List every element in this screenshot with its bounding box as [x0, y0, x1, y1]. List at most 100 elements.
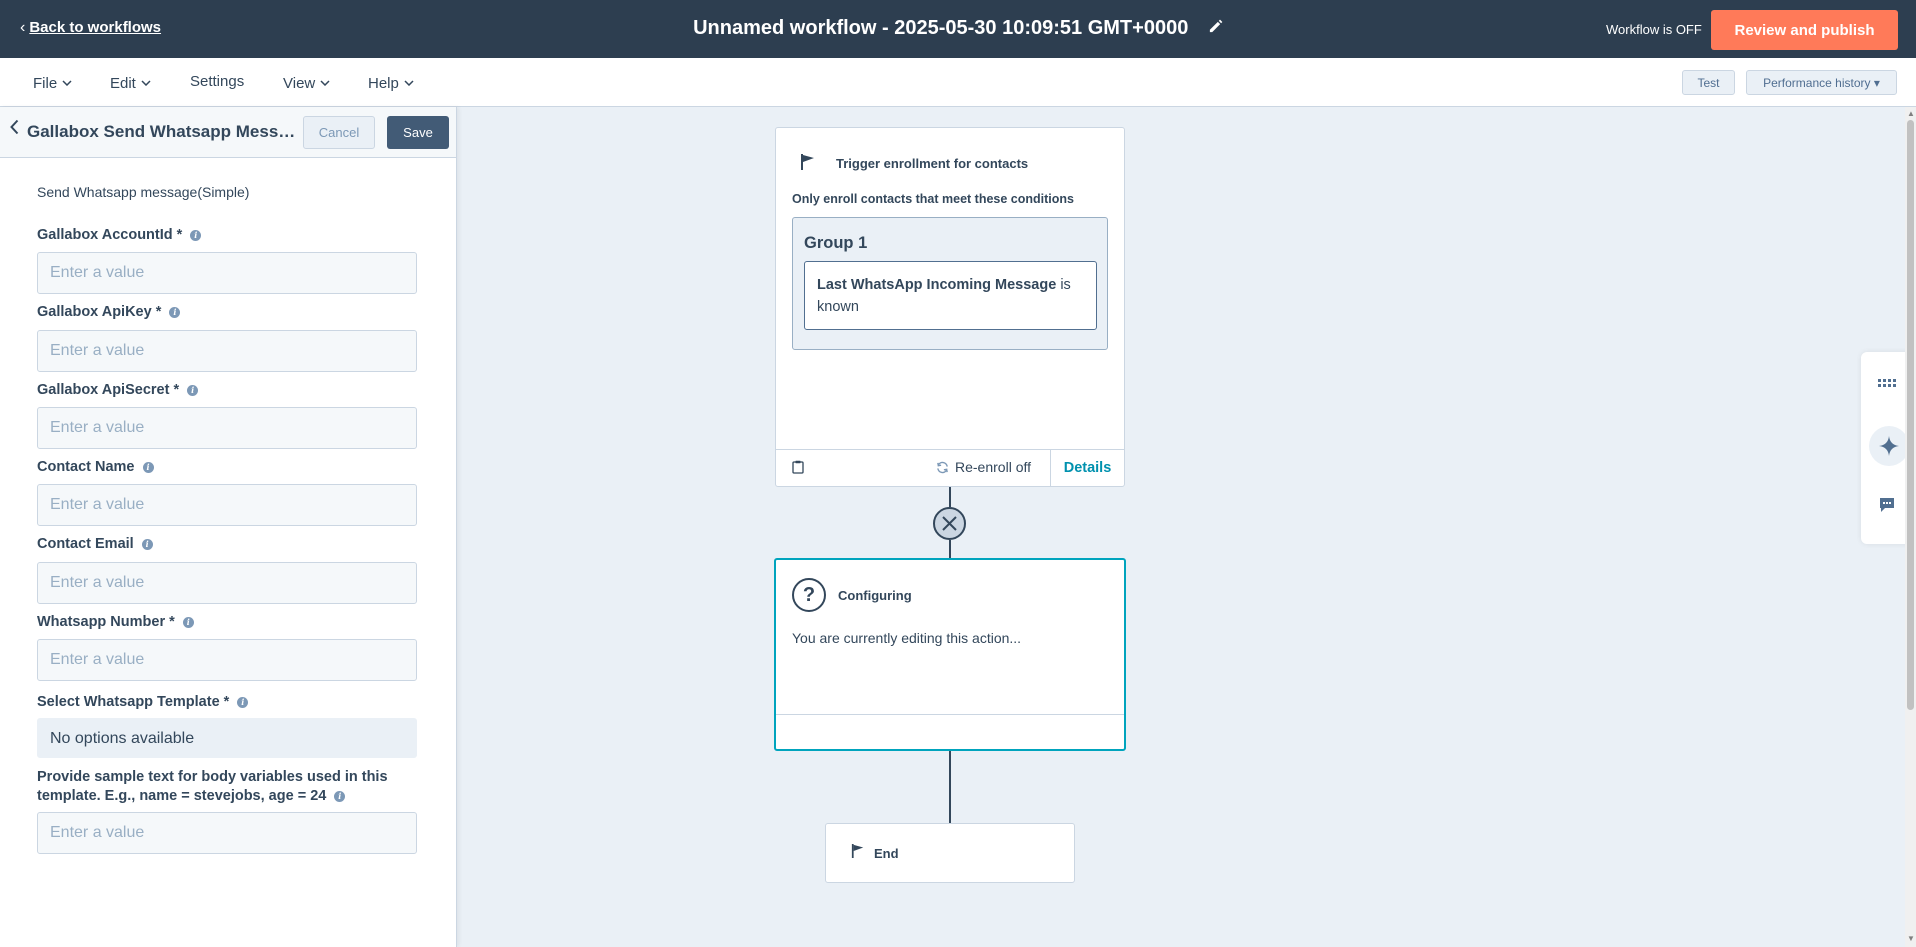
- field-label-apisecret: Gallabox ApiSecret * i: [37, 382, 199, 398]
- details-button[interactable]: Details: [1050, 450, 1124, 487]
- field-label-text: Gallabox ApiSecret *: [37, 382, 180, 398]
- question-icon: ?: [792, 578, 826, 612]
- caret-down-icon: [141, 73, 151, 90]
- trigger-condition: Only enroll contacts that meet these con…: [792, 192, 1074, 206]
- whatsapp-template-select[interactable]: No options available: [37, 718, 417, 758]
- scroll-thumb[interactable]: [1907, 120, 1914, 710]
- top-header: ‹ Back to workflows Unnamed workflow - 20…: [0, 0, 1916, 58]
- field-label-text: Whatsapp Number *: [37, 614, 175, 630]
- filter-group: Group 1 Last WhatsApp Incoming Message i…: [792, 217, 1108, 350]
- panel-header: Gallabox Send Whatsapp Messa... Cancel S…: [0, 107, 456, 158]
- info-icon[interactable]: i: [141, 539, 153, 550]
- caret-down-icon: [404, 73, 414, 90]
- pencil-icon[interactable]: [1208, 17, 1223, 40]
- performance-history-button[interactable]: Performance history ▾: [1746, 70, 1897, 95]
- apikey-input[interactable]: [37, 330, 417, 372]
- info-icon[interactable]: i: [187, 385, 199, 396]
- menu-file[interactable]: File: [33, 73, 72, 92]
- end-card: End: [825, 823, 1075, 883]
- field-label-whatsapp-number: Whatsapp Number * i: [37, 614, 194, 630]
- field-label-contact-email: Contact Email i: [37, 536, 153, 552]
- sample-text-input[interactable]: [37, 812, 417, 854]
- field-label-template: Select Whatsapp Template * i: [37, 694, 249, 710]
- menu-edit-label: Edit: [110, 75, 136, 92]
- panel-title: Gallabox Send Whatsapp Messa...: [27, 122, 299, 141]
- action-config-panel: Gallabox Send Whatsapp Messa... Cancel S…: [0, 107, 457, 947]
- info-icon[interactable]: i: [142, 462, 154, 473]
- filter-property: Last WhatsApp Incoming Message: [817, 277, 1057, 293]
- clipboard-icon[interactable]: [792, 460, 804, 479]
- menu-edit[interactable]: Edit: [110, 73, 151, 92]
- menu-settings[interactable]: Settings: [190, 73, 244, 90]
- info-icon[interactable]: i: [190, 230, 202, 241]
- trigger-card[interactable]: Trigger enrollment for contacts Only enr…: [775, 127, 1125, 487]
- menu-view-label: View: [283, 75, 316, 92]
- chevron-left-icon[interactable]: [10, 119, 19, 140]
- info-icon[interactable]: i: [169, 307, 181, 318]
- caret-down-icon: ▾: [1873, 75, 1880, 90]
- action-subtitle: Send Whatsapp message(Simple): [37, 184, 250, 200]
- field-label-text: Contact Email: [37, 536, 134, 552]
- menu-help[interactable]: Help: [368, 73, 414, 92]
- field-label-sample-text: Provide sample text for body variables u…: [37, 768, 427, 806]
- field-label-apikey: Gallabox ApiKey * i: [37, 304, 181, 320]
- field-label-text: Gallabox AccountId *: [37, 227, 183, 243]
- field-label-text: Select Whatsapp Template *: [37, 694, 230, 710]
- workflow-status: Workflow is OFF: [1606, 22, 1702, 37]
- whatsapp-number-input[interactable]: [37, 639, 417, 681]
- reenroll-toggle[interactable]: Re-enroll off: [936, 459, 1031, 475]
- refresh-icon: [937, 461, 948, 474]
- config-divider: [776, 714, 1124, 715]
- end-title: End: [874, 846, 899, 861]
- chat-icon[interactable]: [1878, 496, 1896, 519]
- apisecret-input[interactable]: [37, 407, 417, 449]
- filter-condition[interactable]: Last WhatsApp Incoming Message is known: [804, 261, 1097, 330]
- back-to-workflows-link[interactable]: ‹ Back to workflows: [20, 19, 161, 37]
- connector-line: [949, 540, 951, 558]
- chevron-left-icon: ‹: [20, 19, 26, 36]
- back-to-workflows-label: Back to workflows: [29, 19, 162, 36]
- info-icon[interactable]: i: [237, 697, 249, 708]
- reenroll-label: Re-enroll off: [955, 459, 1032, 475]
- config-title: Configuring: [838, 588, 912, 603]
- menu-bar: File Edit Settings View Help Test Perfor…: [0, 58, 1916, 107]
- connector-line: [949, 487, 951, 507]
- assistant-button[interactable]: [1869, 426, 1909, 466]
- menu-view[interactable]: View: [283, 73, 330, 92]
- caret-down-icon: [62, 73, 72, 90]
- grid-icon[interactable]: [1878, 376, 1898, 394]
- accountid-input[interactable]: [37, 252, 417, 294]
- flag-icon: [851, 843, 865, 864]
- field-label-text: Contact Name: [37, 459, 135, 475]
- save-button[interactable]: Save: [387, 116, 449, 149]
- menu-help-label: Help: [368, 75, 399, 92]
- field-label-text: Gallabox ApiKey *: [37, 304, 162, 320]
- scroll-down-arrow[interactable]: ▼: [1907, 935, 1915, 943]
- performance-history-label: Performance history: [1763, 75, 1871, 90]
- canvas-scrollbar[interactable]: ▲ ▼: [1905, 107, 1916, 947]
- review-and-publish-button[interactable]: Review and publish: [1711, 10, 1898, 50]
- scroll-up-arrow[interactable]: ▲: [1907, 110, 1915, 118]
- field-label-contact-name: Contact Name i: [37, 459, 154, 475]
- info-icon[interactable]: i: [182, 617, 194, 628]
- menu-settings-label: Settings: [190, 73, 245, 90]
- cancel-button[interactable]: Cancel: [303, 116, 375, 149]
- field-label-accountid: Gallabox AccountId * i: [37, 227, 202, 243]
- close-icon: [942, 516, 957, 531]
- menu-file-label: File: [33, 75, 58, 92]
- group-title: Group 1: [804, 234, 868, 252]
- workflow-title[interactable]: Unnamed workflow - 2025-05-30 10:09:51 G…: [693, 17, 1188, 39]
- trigger-title: Trigger enrollment for contacts: [836, 156, 1029, 171]
- caret-down-icon: [320, 73, 330, 90]
- flag-icon: [800, 153, 816, 176]
- contact-email-input[interactable]: [37, 562, 417, 604]
- configuring-action-card[interactable]: ? Configuring You are currently editing …: [774, 558, 1126, 751]
- test-button[interactable]: Test: [1682, 70, 1735, 95]
- config-text: You are currently editing this action...: [792, 630, 1022, 646]
- remove-action-button[interactable]: [933, 507, 966, 540]
- sparkle-icon: [1879, 436, 1899, 456]
- connector-line: [949, 751, 951, 823]
- contact-name-input[interactable]: [37, 484, 417, 526]
- trigger-footer: Re-enroll off Details: [776, 449, 1124, 487]
- info-icon[interactable]: i: [334, 791, 346, 802]
